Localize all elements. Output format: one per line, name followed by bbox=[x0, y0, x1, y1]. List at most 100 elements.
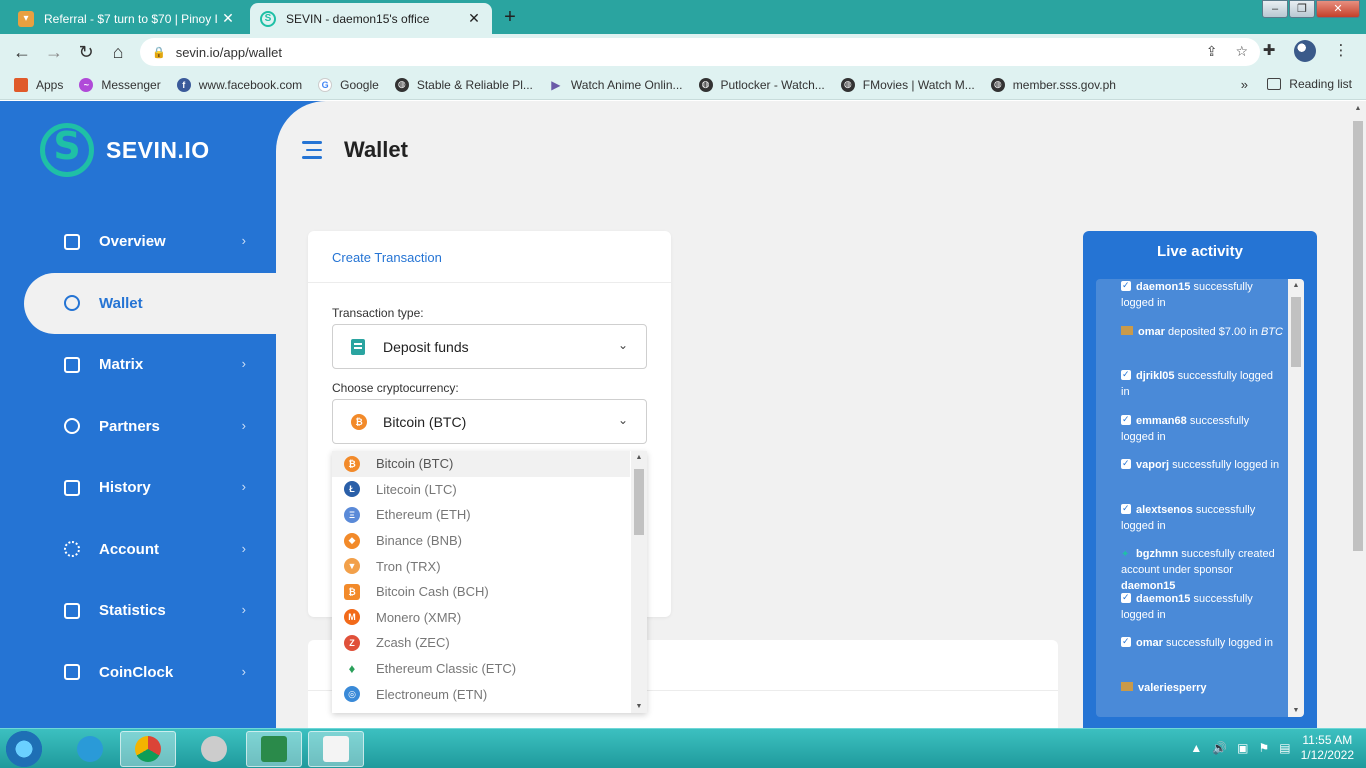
bookmark-google[interactable]: G Google bbox=[318, 77, 379, 92]
address-bar[interactable]: 🔒 sevin.io/app/wallet ⇪ ☆ bbox=[140, 38, 1260, 66]
home-button[interactable]: ⌂ bbox=[106, 40, 130, 64]
option-bitcoin[interactable]: ₿ Bitcoin (BTC) bbox=[332, 451, 630, 477]
forward-button[interactable]: → bbox=[42, 40, 66, 64]
network-icon[interactable]: ▣ bbox=[1237, 741, 1248, 755]
volume-icon[interactable]: 🔊 bbox=[1212, 741, 1227, 755]
scroll-down-icon[interactable]: ▼ bbox=[1288, 707, 1304, 714]
triangle-app-icon bbox=[261, 736, 287, 762]
taskbar-clock[interactable]: 11:55 AM 1/12/2022 bbox=[1301, 733, 1354, 763]
bookmark-anime[interactable]: ▶ Watch Anime Onlin... bbox=[549, 78, 682, 92]
scrollbar-thumb[interactable] bbox=[1291, 297, 1301, 367]
tab-title: SEVIN - daemon15's office bbox=[286, 11, 430, 26]
menu-kebab-icon[interactable]: ⋮ bbox=[1330, 40, 1352, 62]
hamburger-menu-icon[interactable] bbox=[302, 141, 322, 164]
option-ethereum[interactable]: Ξ Ethereum (ETH) bbox=[332, 502, 630, 528]
cryptocurrency-select[interactable]: ₿ Bitcoin (BTC) ⌄ bbox=[332, 399, 647, 444]
sidebar-item-wallet[interactable]: Wallet › bbox=[24, 272, 276, 334]
back-button[interactable]: ← bbox=[10, 40, 34, 64]
option-tron[interactable]: ▼ Tron (TRX) bbox=[332, 553, 630, 579]
window-controls: – ❐ ✕ bbox=[1261, 0, 1360, 18]
list-icon bbox=[64, 356, 80, 373]
taskbar-app[interactable] bbox=[246, 731, 302, 767]
activity-text: successfully logged in bbox=[1162, 637, 1273, 649]
coins-icon bbox=[64, 295, 80, 312]
ethereum-icon: Ξ bbox=[344, 506, 360, 523]
tab-referral[interactable]: ▾ Referral - $7 turn to $70 | Pinoy I ✕ bbox=[8, 3, 246, 34]
checkbox-icon bbox=[1121, 366, 1131, 382]
bookmark-facebook[interactable]: f www.facebook.com bbox=[176, 77, 302, 92]
live-activity-panel: Live activity daemon15 successfully logg… bbox=[1083, 231, 1317, 728]
sidebar-item-coinclock[interactable]: CoinClock › bbox=[24, 642, 276, 704]
sidebar-item-matrix[interactable]: Matrix › bbox=[24, 334, 276, 396]
transaction-type-select[interactable]: Deposit funds ⌄ bbox=[332, 324, 647, 369]
bookmark-star-icon[interactable]: ☆ bbox=[1235, 43, 1248, 60]
share-icon[interactable]: ⇪ bbox=[1206, 43, 1218, 60]
checkbox-icon bbox=[1121, 455, 1131, 471]
extensions-puzzle-icon[interactable]: ✚ bbox=[1258, 40, 1280, 62]
live-activity-list: daemon15 successfully logged inomar depo… bbox=[1096, 279, 1304, 717]
messenger-icon: ~ bbox=[79, 77, 94, 92]
scroll-up-icon[interactable]: ▲ bbox=[1350, 105, 1366, 112]
taskbar-telegram[interactable] bbox=[62, 731, 118, 767]
activity-item: valeriesperry bbox=[1096, 680, 1304, 718]
tab-close-icon[interactable]: ✕ bbox=[220, 10, 236, 27]
sidebar-item-statistics[interactable]: Statistics › bbox=[24, 580, 276, 642]
scroll-down-icon[interactable]: ▼ bbox=[631, 703, 647, 710]
bookmark-apps[interactable]: Apps bbox=[14, 77, 63, 92]
option-zcash[interactable]: Z Zcash (ZEC) bbox=[332, 630, 630, 656]
activity-item: vaporj successfully logged in bbox=[1096, 455, 1304, 502]
option-bitcoin-cash[interactable]: ₿ Bitcoin Cash (BCH) bbox=[332, 579, 630, 605]
scrollbar-thumb[interactable] bbox=[634, 469, 644, 535]
tray-expand-icon[interactable]: ▲ bbox=[1190, 741, 1202, 755]
flag-icon[interactable]: ⚑ bbox=[1259, 741, 1270, 755]
brand-logo[interactable]: SEVIN.IO bbox=[40, 123, 210, 177]
maximize-button[interactable]: ❐ bbox=[1289, 0, 1315, 18]
activity-item: emman68 successfully logged in bbox=[1096, 411, 1304, 458]
bookmark-sss[interactable]: ◍ member.sss.gov.ph bbox=[990, 77, 1116, 92]
sidebar-item-account[interactable]: Account › bbox=[24, 519, 276, 581]
brand-name: SEVIN.IO bbox=[106, 136, 210, 163]
page-scrollbar[interactable]: ▲ bbox=[1350, 101, 1366, 728]
live-activity-title: Live activity bbox=[1157, 243, 1243, 260]
taskbar-java[interactable] bbox=[308, 731, 364, 767]
reload-button[interactable]: ↻ bbox=[74, 40, 98, 64]
new-tab-button[interactable]: + bbox=[498, 6, 522, 30]
scrollbar-thumb[interactable] bbox=[1353, 121, 1363, 551]
battery-icon[interactable]: ▤ bbox=[1279, 741, 1290, 755]
scroll-up-icon[interactable]: ▲ bbox=[631, 454, 647, 461]
sevin-favicon-icon: S bbox=[260, 10, 276, 27]
option-litecoin[interactable]: Ł Litecoin (LTC) bbox=[332, 477, 630, 503]
bookmark-putlocker[interactable]: ◍ Putlocker - Watch... bbox=[698, 77, 825, 92]
sidebar-item-partners[interactable]: Partners › bbox=[24, 396, 276, 458]
more-bookmarks-button[interactable]: » bbox=[1241, 77, 1248, 92]
globe-icon: ◍ bbox=[698, 77, 713, 92]
option-electroneum[interactable]: ◎ Electroneum (ETN) bbox=[332, 681, 630, 707]
scroll-up-icon[interactable]: ▲ bbox=[1288, 282, 1304, 289]
dropdown-scrollbar[interactable]: ▲ ▼ bbox=[631, 451, 647, 713]
card-heading: Create Transaction bbox=[308, 231, 671, 283]
option-monero[interactable]: M Monero (XMR) bbox=[332, 605, 630, 631]
electroneum-icon: ◎ bbox=[344, 686, 360, 703]
sidebar-item-history[interactable]: History › bbox=[24, 457, 276, 519]
bookmark-messenger[interactable]: ~ Messenger bbox=[79, 77, 161, 92]
taskbar-tools[interactable] bbox=[186, 731, 242, 767]
option-binance[interactable]: ◆ Binance (BNB) bbox=[332, 528, 630, 554]
bookmark-fmovies[interactable]: ◍ FMovies | Watch M... bbox=[840, 77, 975, 92]
start-button[interactable] bbox=[4, 730, 44, 768]
tab-close-icon[interactable]: ✕ bbox=[466, 10, 482, 27]
option-ethereum-classic[interactable]: ♦ Ethereum Classic (ETC) bbox=[332, 656, 630, 682]
sidebar-item-overview[interactable]: Overview › bbox=[24, 211, 276, 273]
google-icon: G bbox=[318, 77, 333, 92]
chevron-right-icon: › bbox=[241, 479, 246, 494]
tab-sevin[interactable]: S SEVIN - daemon15's office ✕ bbox=[250, 3, 492, 34]
activity-item: omar successfully logged in bbox=[1096, 633, 1304, 680]
tab-title: Referral - $7 turn to $70 | Pinoy I bbox=[44, 11, 218, 26]
taskbar-chrome[interactable] bbox=[120, 731, 176, 767]
close-window-button[interactable]: ✕ bbox=[1316, 0, 1360, 18]
bookmark-stable[interactable]: ◍ Stable & Reliable Pl... bbox=[394, 77, 533, 92]
activity-scrollbar[interactable]: ▲ ▼ bbox=[1288, 279, 1304, 717]
reading-list-button[interactable]: Reading list bbox=[1267, 77, 1352, 91]
minimize-button[interactable]: – bbox=[1262, 0, 1288, 18]
checkbox-icon bbox=[1121, 589, 1131, 605]
profile-avatar[interactable] bbox=[1294, 40, 1316, 62]
